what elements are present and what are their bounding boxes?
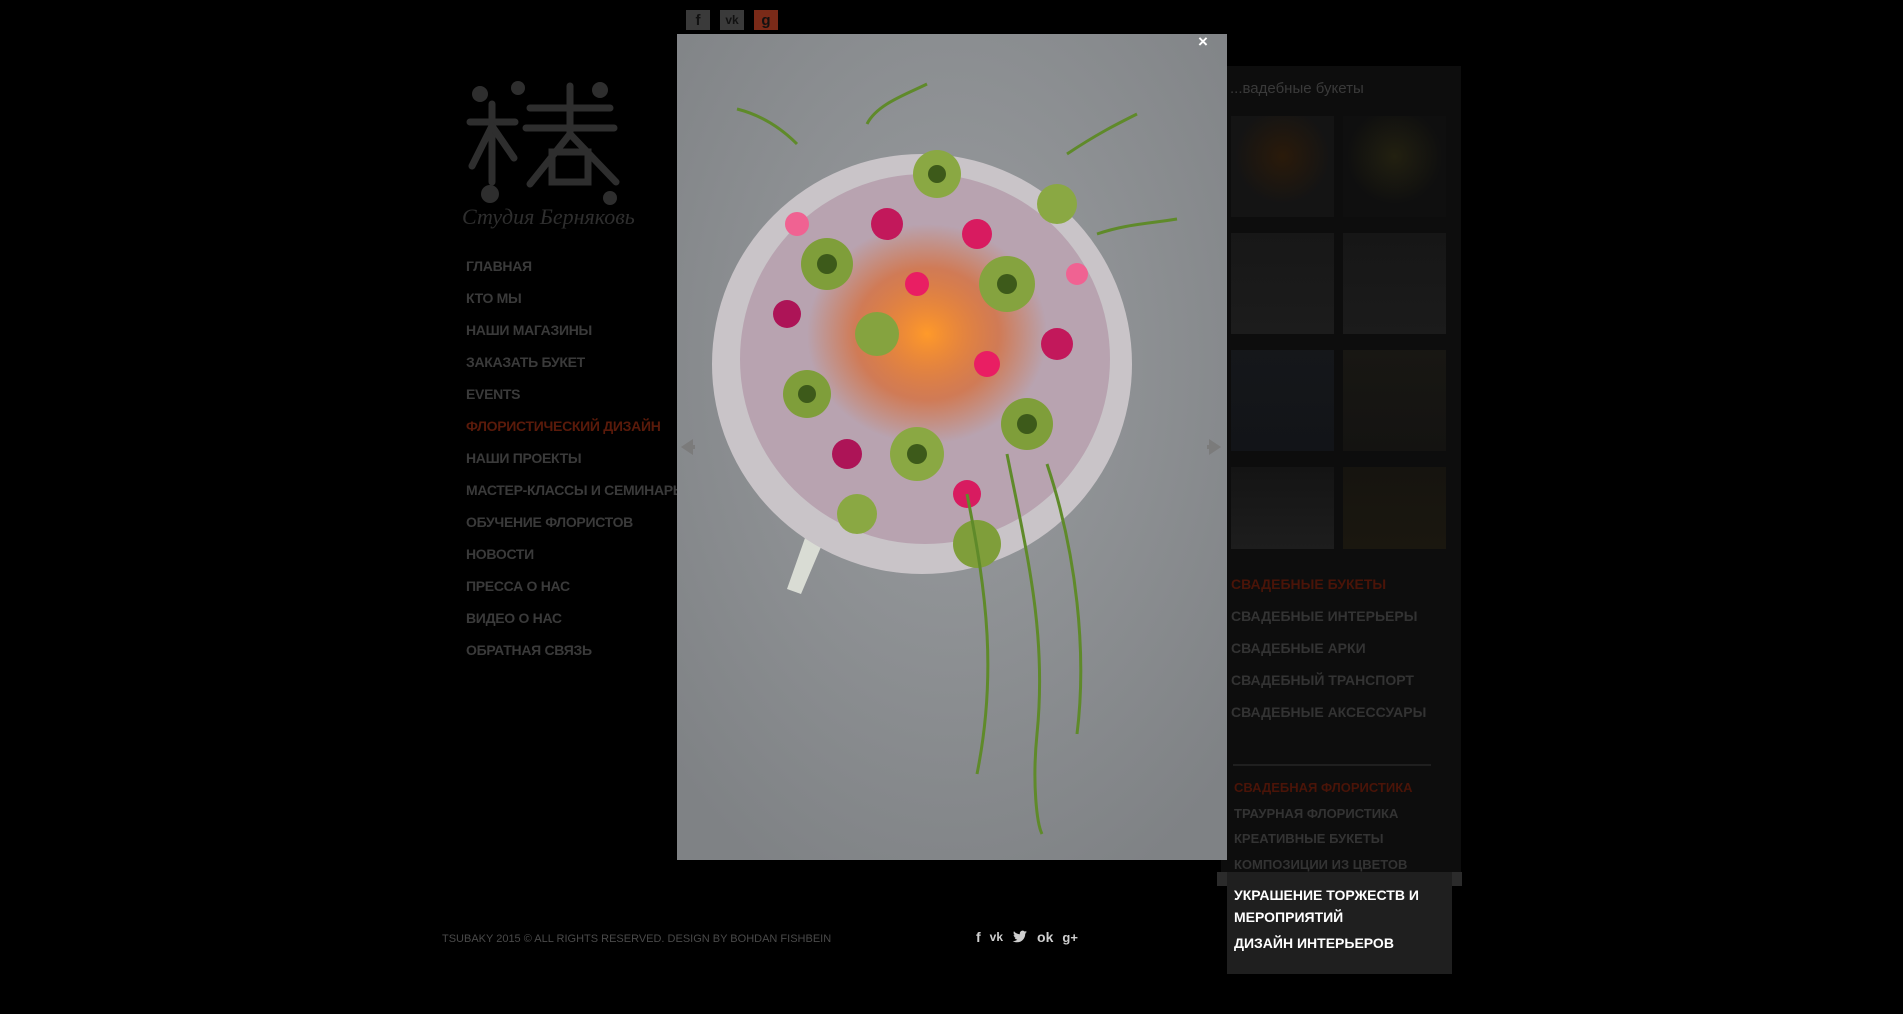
footer-copyright: TSUBAKY 2015 © ALL RIGHTS RESERVED. DESI…	[442, 933, 832, 945]
vk-icon[interactable]: vk	[990, 930, 1003, 944]
category-creative-bouquets[interactable]: КРЕАТИВНЫЕ БУКЕТЫ	[1234, 831, 1413, 857]
gallery-thumbnail[interactable]	[1343, 116, 1446, 217]
nav-item-events[interactable]: EVENTS	[466, 386, 686, 418]
category-wedding-floristics[interactable]: СВАДЕБНАЯ ФЛОРИСТИКА	[1234, 780, 1413, 806]
nav-item-contact[interactable]: ОБРАТНАЯ СВЯЗЬ	[466, 642, 686, 674]
next-arrow-icon[interactable]	[1205, 436, 1223, 458]
subnav-wedding-transport[interactable]: СВАДЕБНЫЙ ТРАНСПОРТ	[1231, 672, 1426, 704]
lightbox-image	[677, 34, 1227, 860]
nav-item-video[interactable]: ВИДЕО О НАС	[466, 610, 686, 642]
main-nav: ГЛАВНАЯ КТО МЫ НАШИ МАГАЗИНЫ ЗАКАЗАТЬ БУ…	[466, 258, 687, 674]
floristics-categories: СВАДЕБНАЯ ФЛОРИСТИКА ТРАУРНАЯ ФЛОРИСТИКА…	[1234, 780, 1413, 882]
facebook-icon[interactable]: f	[686, 10, 710, 30]
nav-item-about[interactable]: КТО МЫ	[466, 290, 686, 322]
nav-item-floral-design[interactable]: ФЛОРИСТИЧЕСКИЙ ДИЗАЙН	[466, 418, 686, 450]
close-icon[interactable]: ×	[1198, 32, 1208, 52]
gallery-thumbnail[interactable]	[1343, 350, 1446, 451]
bouquet-photo	[677, 34, 1227, 860]
sidebar-title: ...вадебные букеты	[1230, 80, 1364, 97]
dropdown-item-interior-design[interactable]: ДИЗАЙН ИНТЕРЬЕРОВ	[1234, 932, 1434, 954]
gallery-thumbnail[interactable]	[1343, 467, 1446, 549]
google-plus-icon[interactable]: g	[754, 10, 778, 30]
google-plus-icon[interactable]: g+	[1062, 930, 1078, 945]
nav-item-training[interactable]: ОБУЧЕНИЕ ФЛОРИСТОВ	[466, 514, 686, 546]
gallery-thumbnail[interactable]	[1343, 233, 1446, 334]
vk-icon[interactable]: vk	[720, 10, 744, 30]
subnav-wedding-accessories[interactable]: СВАДЕБНЫЕ АКСЕССУАРЫ	[1231, 704, 1426, 736]
nav-item-projects[interactable]: НАШИ ПРОЕКТЫ	[466, 450, 686, 482]
category-funeral-floristics[interactable]: ТРАУРНАЯ ФЛОРИСТИКА	[1234, 806, 1413, 832]
sidebar-divider	[1233, 764, 1431, 766]
previous-arrow-icon[interactable]	[679, 436, 697, 458]
thumbnail-grid	[1231, 116, 1446, 549]
footer-social: f vk ok g+	[976, 929, 1078, 945]
subnav-wedding-interiors[interactable]: СВАДЕБНЫЕ ИНТЕРЬЕРЫ	[1231, 608, 1426, 640]
nav-item-shops[interactable]: НАШИ МАГАЗИНЫ	[466, 322, 686, 354]
facebook-icon[interactable]: f	[976, 929, 981, 945]
subnav-wedding-arches[interactable]: СВАДЕБНЫЕ АРКИ	[1231, 640, 1426, 672]
logo-text: Студия Берняковых	[462, 204, 635, 229]
gallery-thumbnail[interactable]	[1231, 233, 1334, 334]
gallery-thumbnail[interactable]	[1231, 467, 1334, 549]
gallery-thumbnail[interactable]	[1231, 116, 1334, 217]
wedding-subnav: СВАДЕБНЫЕ БУКЕТЫ СВАДЕБНЫЕ ИНТЕРЬЕРЫ СВА…	[1231, 576, 1426, 736]
studio-logo[interactable]: Студия Берняковых	[460, 74, 635, 234]
twitter-icon[interactable]	[1012, 930, 1028, 944]
dropdown-item-events-decoration[interactable]: УКРАШЕНИЕ ТОРЖЕСТВ И МЕРОПРИЯТИЙ	[1234, 884, 1434, 928]
dropdown-menu: УКРАШЕНИЕ ТОРЖЕСТВ И МЕРОПРИЯТИЙ ДИЗАЙН …	[1227, 872, 1452, 974]
nav-item-order-bouquet[interactable]: ЗАКАЗАТЬ БУКЕТ	[466, 354, 686, 386]
odnoklassniki-icon[interactable]: ok	[1037, 929, 1053, 945]
nav-item-home[interactable]: ГЛАВНАЯ	[466, 258, 686, 290]
nav-item-news[interactable]: НОВОСТИ	[466, 546, 686, 578]
nav-item-masterclasses[interactable]: МАСТЕР-КЛАССЫ И СЕМИНАРЫ	[466, 482, 687, 514]
gallery-thumbnail[interactable]	[1231, 350, 1334, 451]
top-social-bar: f vk g	[686, 10, 778, 30]
subnav-wedding-bouquets[interactable]: СВАДЕБНЫЕ БУКЕТЫ	[1231, 576, 1426, 608]
nav-item-press[interactable]: ПРЕССА О НАС	[466, 578, 686, 610]
